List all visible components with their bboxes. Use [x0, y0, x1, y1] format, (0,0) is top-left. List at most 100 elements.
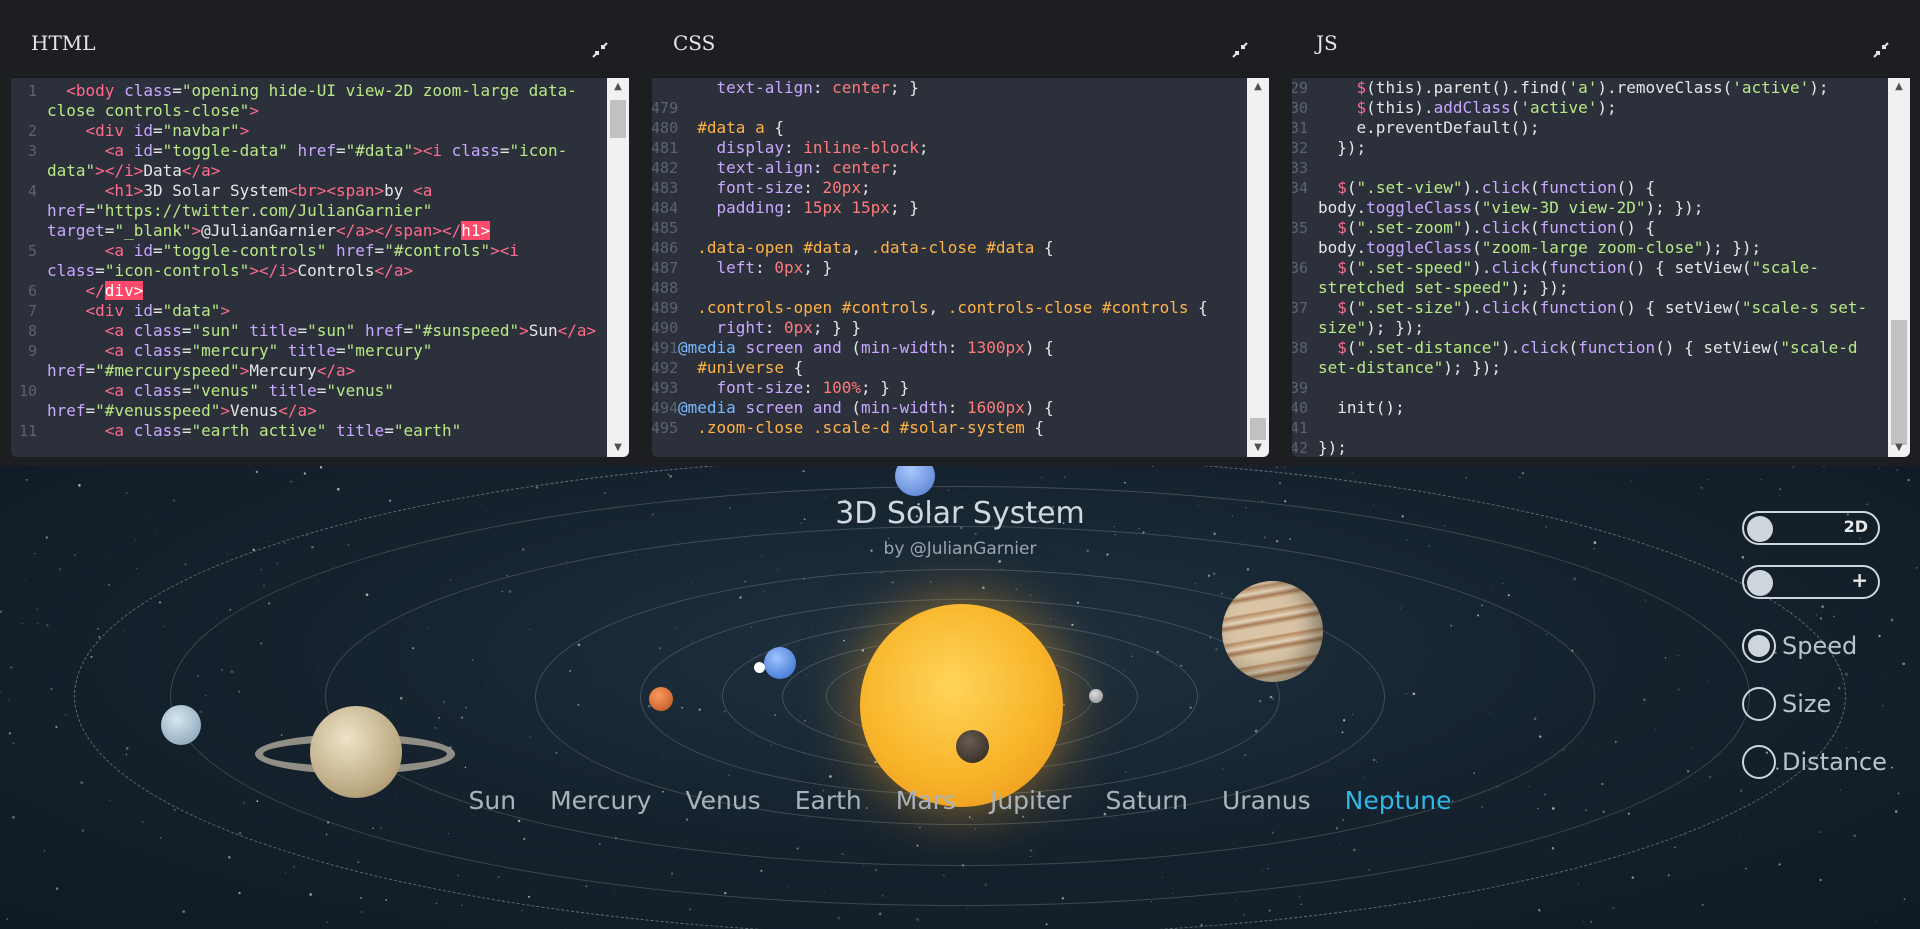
star	[1284, 466, 1286, 468]
line-content: <body class="opening hide-UI view-2D zoo…	[47, 81, 577, 120]
code-line: 1483 font-size: 20px;	[652, 178, 1237, 198]
line-number: 38	[1292, 339, 1308, 357]
star	[323, 482, 325, 484]
line-number: 32	[1292, 139, 1308, 157]
js-code-editor[interactable]: 29 $(this).parent().find('a').removeClas…	[1292, 78, 1878, 457]
star	[43, 850, 46, 852]
star	[21, 622, 24, 625]
code-line: 1484 padding: 15px 15px; }	[652, 198, 1237, 218]
line-number: 4	[27, 182, 37, 200]
code-line: 1 <body class="opening hide-UI view-2D z…	[11, 81, 607, 121]
star	[1589, 920, 1593, 923]
scale-option-label: Distance	[1782, 748, 1887, 776]
collapse-icon[interactable]	[1231, 41, 1249, 59]
view-toggle-label: 2D	[1843, 517, 1868, 536]
star	[8, 698, 10, 701]
nav-planet-saturn[interactable]: Saturn	[1105, 786, 1188, 815]
star	[1819, 879, 1822, 881]
star	[326, 921, 328, 924]
code-line: 39	[1292, 378, 1878, 398]
line-number: 3	[27, 142, 37, 160]
star	[182, 910, 185, 913]
star	[1883, 679, 1885, 681]
scroll-down-icon[interactable]: ▼	[607, 439, 629, 457]
star	[81, 829, 85, 832]
earth-planet[interactable]	[764, 647, 796, 679]
line-number: 30	[1292, 99, 1308, 117]
star	[59, 568, 62, 571]
code-line: 1495 .zoom-close .scale-d #solar-system …	[652, 418, 1237, 438]
line-number: 33	[1292, 159, 1308, 177]
collapse-icon[interactable]	[591, 41, 609, 59]
line-content: @media screen and (min-width: 1300px) {	[678, 338, 1054, 357]
nav-planet-mercury[interactable]: Mercury	[550, 786, 651, 815]
venus-planet[interactable]	[1089, 689, 1103, 703]
nav-planet-venus[interactable]: Venus	[685, 786, 760, 815]
star	[12, 742, 15, 745]
code-line: 6 </div>	[11, 281, 607, 301]
line-number: 1483	[652, 179, 679, 197]
saturn-planet[interactable]	[310, 706, 402, 798]
nav-planet-mars[interactable]: Mars	[896, 786, 956, 815]
scale-option-distance[interactable]: Distance	[1742, 745, 1887, 779]
code-line: 34 $(".set-view").click(function() { bod…	[1292, 178, 1878, 218]
scroll-thumb[interactable]	[1891, 320, 1907, 445]
code-line: 36 $(".set-speed").click(function() { se…	[1292, 258, 1878, 298]
star	[1818, 831, 1821, 834]
scale-option-size[interactable]: Size	[1742, 687, 1831, 721]
star	[1819, 617, 1822, 620]
line-content: <a class="venus" title="venus" href="#ve…	[47, 381, 394, 420]
line-content: #data a {	[697, 118, 784, 137]
nav-planet-earth[interactable]: Earth	[795, 786, 862, 815]
collapse-icon[interactable]	[1872, 41, 1890, 59]
star	[80, 781, 84, 785]
line-content: </div>	[85, 281, 144, 300]
code-line: 1480 #data a {	[652, 118, 1237, 138]
star	[1845, 672, 1848, 676]
scroll-up-icon[interactable]: ▲	[1888, 78, 1910, 96]
js-scrollbar[interactable]: ▲ ▼	[1888, 78, 1910, 457]
scroll-down-icon[interactable]: ▼	[1888, 439, 1910, 457]
scroll-up-icon[interactable]: ▲	[607, 78, 629, 96]
line-number: 41	[1292, 419, 1308, 437]
view-toggle[interactable]: 2D	[1742, 511, 1880, 545]
line-content: .data-open #data, .data-close #data {	[697, 238, 1054, 257]
star	[1276, 466, 1278, 469]
html-scrollbar[interactable]: ▲ ▼	[607, 78, 629, 457]
sun-planet[interactable]	[860, 604, 1063, 807]
nav-planet-jupiter[interactable]: Jupiter	[990, 786, 1072, 815]
line-content: <a class="mercury" title="mercury" href=…	[47, 341, 433, 380]
uranus-planet[interactable]	[161, 705, 201, 745]
code-line: 1490 right: 0px; } }	[652, 318, 1237, 338]
css-panel: CSS text-align: center; }14791480 #data …	[652, 11, 1269, 457]
mars-planet[interactable]	[649, 687, 673, 711]
nav-planet-uranus[interactable]: Uranus	[1222, 786, 1311, 815]
scale-option-speed[interactable]: Speed	[1742, 629, 1857, 663]
css-code-editor[interactable]: text-align: center; }14791480 #data a {1…	[652, 78, 1237, 457]
line-content: .controls-open #controls, .controls-clos…	[697, 298, 1208, 317]
star	[46, 624, 49, 627]
star	[1878, 634, 1881, 638]
nav-planet-sun[interactable]: Sun	[469, 786, 517, 815]
html-code-editor[interactable]: 1 <body class="opening hide-UI view-2D z…	[11, 78, 607, 457]
zoom-toggle[interactable]: +	[1742, 565, 1880, 599]
star	[1890, 618, 1894, 622]
mercury-planet[interactable]	[956, 730, 989, 763]
nav-planet-neptune[interactable]: Neptune	[1345, 786, 1452, 815]
line-number: 29	[1292, 79, 1308, 97]
scroll-thumb[interactable]	[1250, 418, 1266, 440]
code-line: 33	[1292, 158, 1878, 178]
star	[1779, 488, 1782, 491]
star	[1702, 904, 1704, 906]
css-scrollbar[interactable]: ▲ ▼	[1247, 78, 1269, 457]
scroll-down-icon[interactable]: ▼	[1247, 439, 1269, 457]
line-number: 9	[27, 342, 37, 360]
star	[1631, 480, 1632, 481]
scroll-thumb[interactable]	[610, 100, 626, 138]
page-subtitle[interactable]: by @JulianGarnier	[0, 539, 1920, 559]
jupiter-planet[interactable]	[1222, 581, 1323, 682]
star	[1583, 921, 1584, 923]
code-line: 29 $(this).parent().find('a').removeClas…	[1292, 78, 1878, 98]
line-number: 1487	[652, 259, 679, 277]
scroll-up-icon[interactable]: ▲	[1247, 78, 1269, 96]
